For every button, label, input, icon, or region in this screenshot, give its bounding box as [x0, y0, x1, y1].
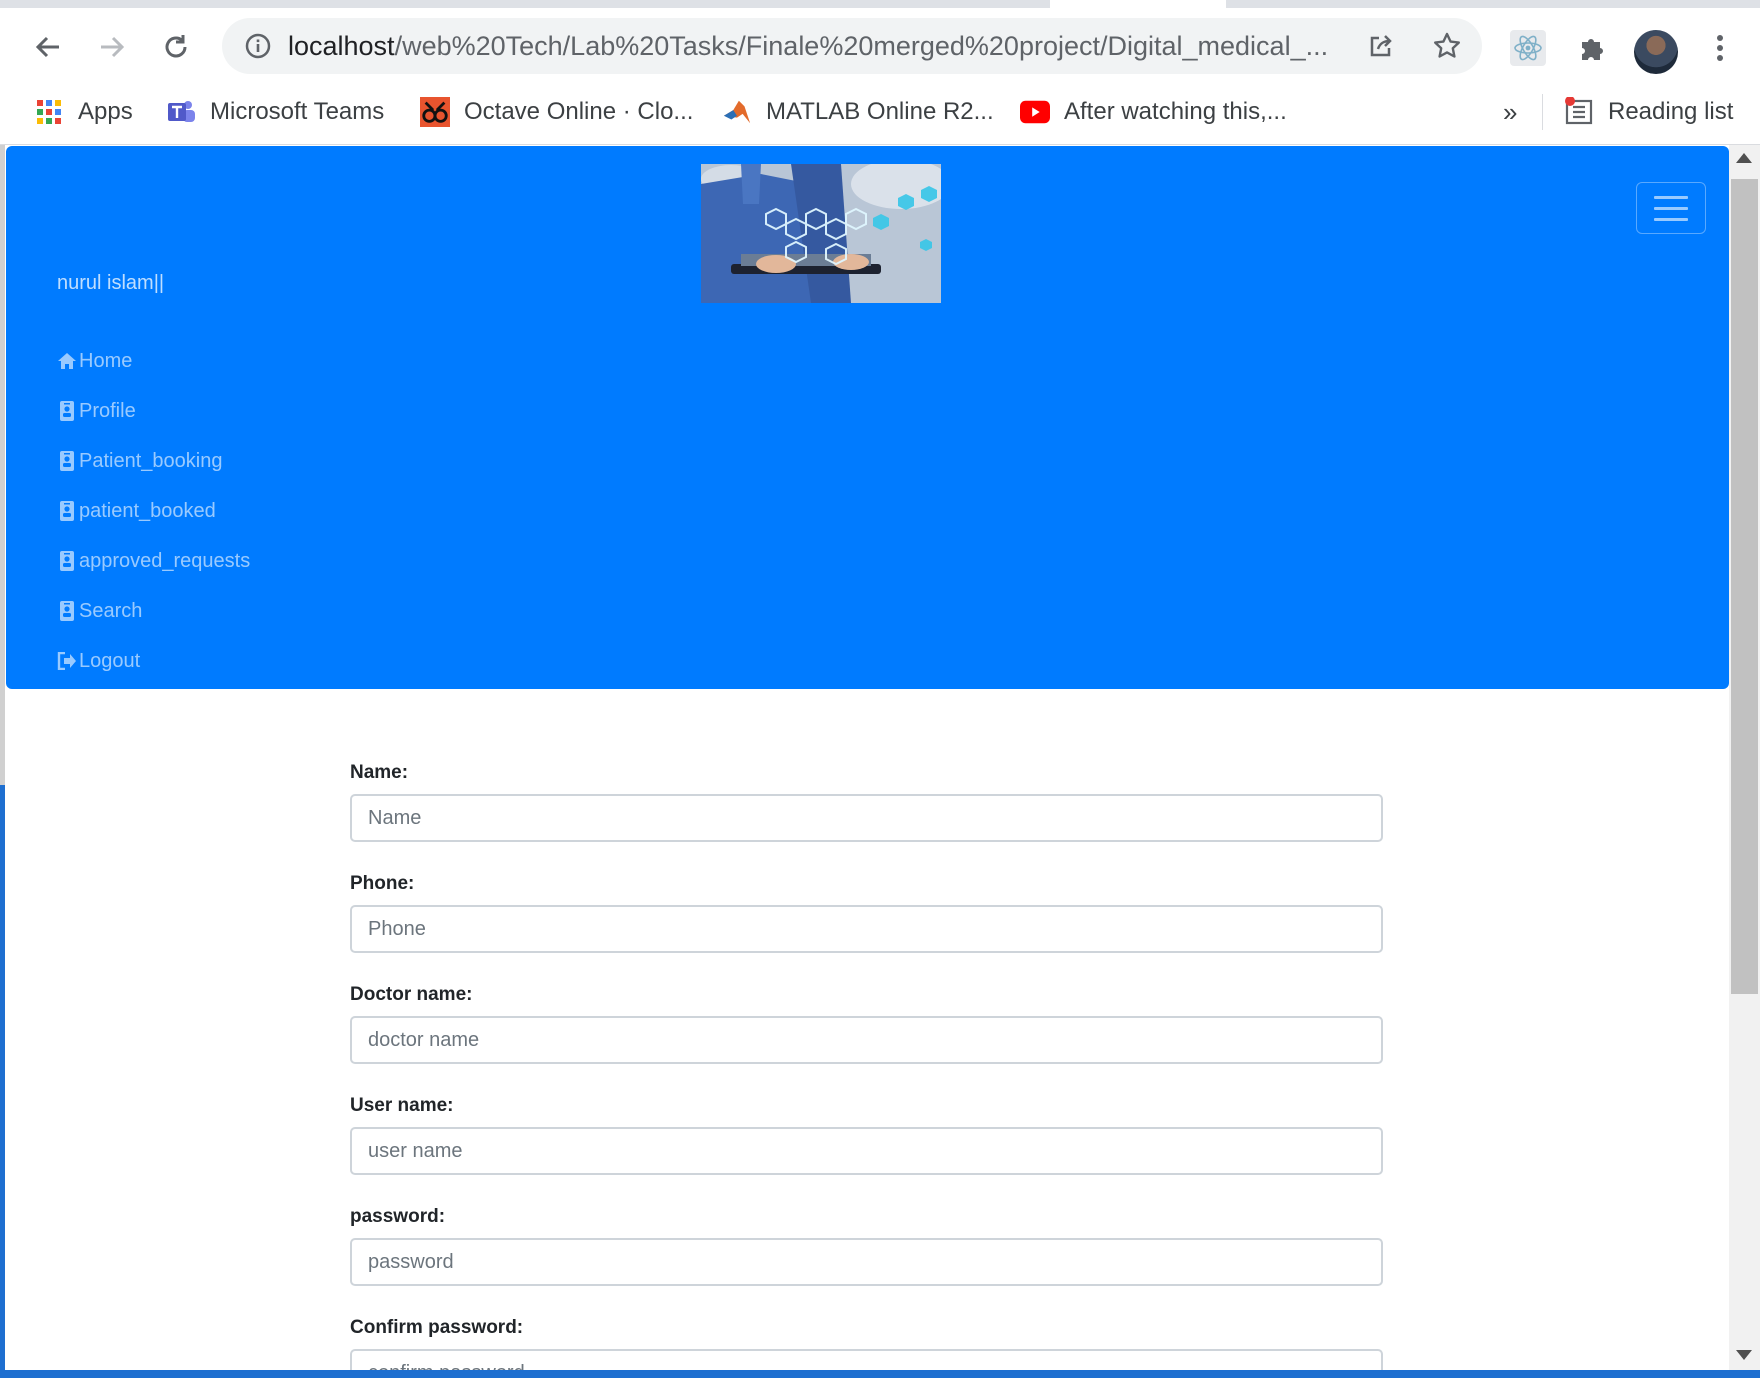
- url-path: /web%20Tech/Lab%20Tasks/Finale%20merged%…: [394, 31, 1329, 61]
- reading-list-label: Reading list: [1608, 98, 1734, 125]
- form-group-user-name: User name:: [350, 1095, 1383, 1175]
- bookmarks-divider: [1542, 94, 1543, 130]
- page-viewport: nurul islam|| Home Profile Patient_booki…: [0, 145, 1760, 1370]
- nav-link-home[interactable]: Home: [57, 336, 250, 386]
- password-input[interactable]: [350, 1238, 1383, 1286]
- forward-button[interactable]: [92, 27, 132, 67]
- id-badge-icon: [57, 551, 77, 571]
- nav-link-search[interactable]: Search: [57, 586, 250, 636]
- form-group-phone: Phone:: [350, 873, 1383, 953]
- bookmark-star-icon[interactable]: [1432, 31, 1462, 61]
- name-label: Name:: [350, 762, 409, 783]
- phone-label: Phone:: [350, 873, 415, 894]
- vertical-scrollbar[interactable]: [1729, 145, 1760, 1370]
- react-devtools-icon[interactable]: [1508, 28, 1548, 68]
- bookmark-label: Apps: [78, 98, 133, 125]
- form-group-doctor-name: Doctor name:: [350, 984, 1383, 1064]
- browser-toolbar: localhost/web%20Tech/Lab%20Tasks/Finale%…: [0, 8, 1760, 82]
- confirm-password-input[interactable]: [350, 1349, 1383, 1370]
- nav-link-label: Patient_booking: [79, 449, 223, 472]
- id-badge-icon: [57, 601, 77, 621]
- nav-link-patient-booking[interactable]: Patient_booking: [57, 436, 250, 486]
- back-button[interactable]: [28, 27, 68, 67]
- nav-link-label: Search: [79, 599, 143, 622]
- bookmarks-overflow-button[interactable]: »: [1503, 92, 1517, 132]
- octave-icon: [420, 97, 450, 127]
- bookmark-apps[interactable]: Apps: [34, 92, 133, 132]
- active-tab[interactable]: [1050, 0, 1226, 8]
- site-info-icon[interactable]: [244, 32, 272, 60]
- id-badge-icon: [57, 501, 77, 521]
- profile-avatar[interactable]: [1634, 30, 1678, 74]
- reload-button[interactable]: [156, 27, 196, 67]
- address-bar[interactable]: localhost/web%20Tech/Lab%20Tasks/Finale%…: [222, 18, 1482, 74]
- matlab-icon: [722, 97, 752, 127]
- registration-form: Name: Phone: Doctor name: User name: pas…: [350, 762, 1383, 1370]
- window-edge: [0, 145, 5, 1370]
- phone-input[interactable]: [350, 905, 1383, 953]
- arrow-left-icon: [35, 36, 59, 58]
- nav-link-label: Profile: [79, 399, 136, 422]
- apps-grid-icon: [34, 97, 64, 127]
- url-host: localhost: [288, 31, 395, 61]
- nav-link-label: approved_requests: [79, 549, 251, 572]
- form-group-name: Name:: [350, 762, 1383, 842]
- nav-links: Home Profile Patient_booking patient_boo…: [57, 336, 250, 686]
- doctor-tablet-image: [701, 164, 941, 303]
- bookmark-label: Octave Online · Clo...: [464, 98, 694, 125]
- scrollbar-thumb[interactable]: [1731, 179, 1758, 994]
- nav-link-logout[interactable]: Logout: [57, 636, 250, 686]
- nav-link-label: Home: [79, 349, 133, 372]
- nav-link-label: patient_booked: [79, 499, 216, 522]
- desktop-strip: [0, 785, 5, 1370]
- hamburger-bar: [1654, 217, 1688, 221]
- bookmark-label: MATLAB Online R2...: [766, 98, 994, 125]
- nav-link-approved-requests[interactable]: approved_requests: [57, 536, 250, 586]
- reload-icon: [165, 35, 187, 58]
- sign-out-icon: [57, 651, 77, 671]
- bookmark-matlab[interactable]: MATLAB Online R2...: [722, 92, 994, 132]
- confirm-password-label: Confirm password:: [350, 1317, 524, 1338]
- user-name-label: User name:: [350, 1095, 454, 1116]
- reading-list-button[interactable]: Reading list: [1564, 92, 1733, 132]
- share-icon[interactable]: [1367, 32, 1395, 60]
- arrow-right-icon: [101, 36, 125, 58]
- url-text: localhost/web%20Tech/Lab%20Tasks/Finale%…: [288, 31, 1368, 62]
- doctor-name-input[interactable]: [350, 1016, 1383, 1064]
- password-label: password:: [350, 1206, 446, 1227]
- bookmark-teams[interactable]: Microsoft Teams: [166, 92, 384, 132]
- tab-strip: [0, 0, 1760, 8]
- scroll-up-arrow[interactable]: [1736, 153, 1752, 163]
- teams-icon: [166, 97, 196, 127]
- reading-list-icon: [1564, 97, 1594, 127]
- youtube-icon: [1020, 97, 1050, 127]
- home-icon: [57, 351, 77, 371]
- form-group-confirm-password: Confirm password:: [350, 1317, 1383, 1370]
- user-name-input[interactable]: [350, 1127, 1383, 1175]
- form-group-password: password:: [350, 1206, 1383, 1286]
- bookmarks-bar: Apps Microsoft Teams Octave Online · Clo…: [0, 82, 1760, 145]
- bookmark-octave[interactable]: Octave Online · Clo...: [420, 92, 693, 132]
- navbar-brand[interactable]: nurul islam||: [57, 272, 164, 295]
- extensions-puzzle-icon[interactable]: [1572, 28, 1612, 68]
- navbar: nurul islam|| Home Profile Patient_booki…: [6, 146, 1729, 689]
- id-badge-icon: [57, 401, 77, 421]
- bookmark-label: After watching this,...: [1064, 98, 1287, 125]
- name-input[interactable]: [350, 794, 1383, 842]
- browser-menu-icon[interactable]: [1700, 28, 1740, 68]
- bookmark-youtube[interactable]: After watching this,...: [1020, 92, 1287, 132]
- bookmark-label: Microsoft Teams: [210, 98, 385, 125]
- nav-link-patient-booked[interactable]: patient_booked: [57, 486, 250, 536]
- doctor-name-label: Doctor name:: [350, 984, 473, 1005]
- nav-link-profile[interactable]: Profile: [57, 386, 250, 436]
- scroll-down-arrow[interactable]: [1736, 1350, 1752, 1360]
- hamburger-bar: [1654, 206, 1688, 210]
- nav-link-label: Logout: [79, 649, 141, 672]
- header-image: [701, 164, 941, 303]
- id-badge-icon: [57, 451, 77, 471]
- taskbar-edge: [0, 1370, 1760, 1378]
- navbar-toggler-button[interactable]: [1636, 182, 1706, 234]
- hamburger-bar: [1654, 195, 1688, 199]
